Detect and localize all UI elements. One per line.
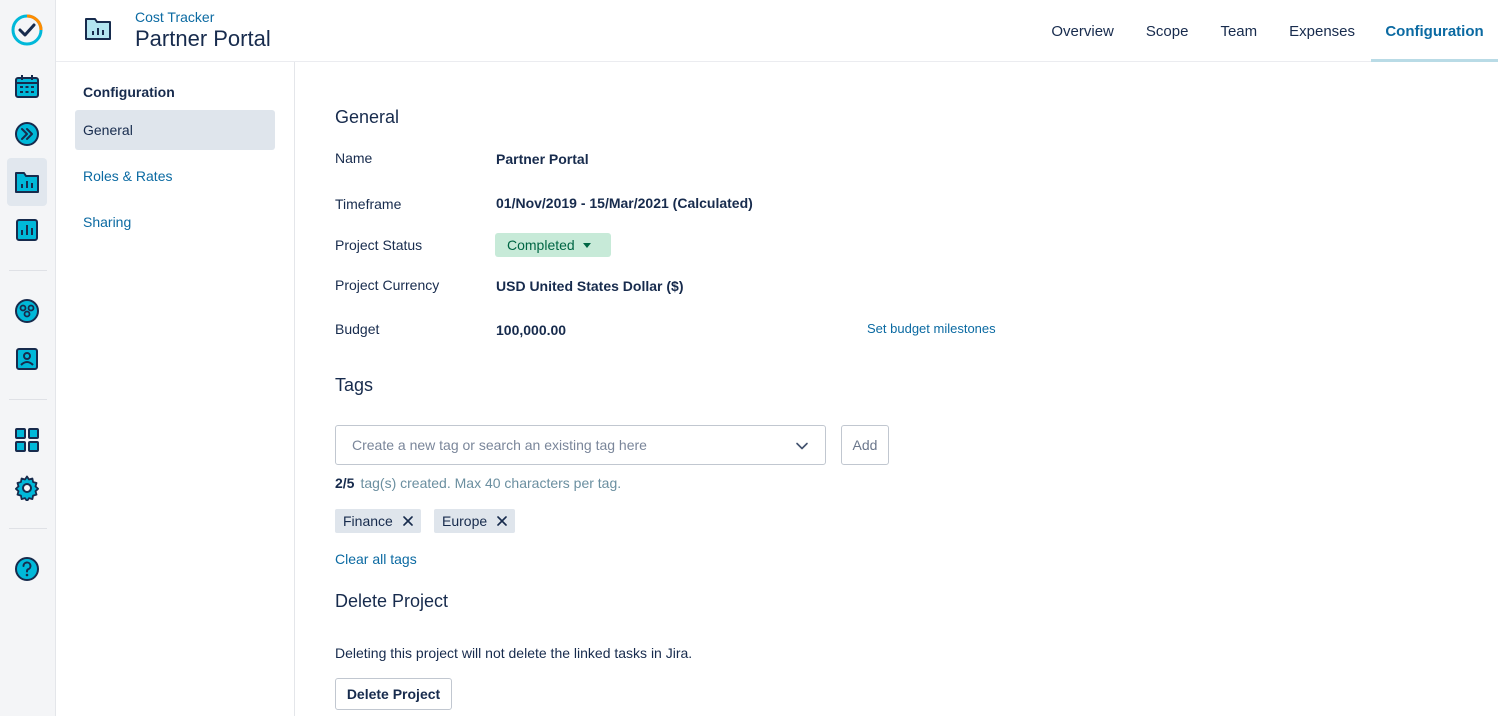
status-value: Completed [507,237,575,253]
forward-circle-icon[interactable] [7,114,47,154]
app-name-link[interactable]: Cost Tracker [135,9,214,25]
tag-search-placeholder: Create a new tag or search an existing t… [352,437,647,453]
reports-icon[interactable] [7,210,47,250]
field-label-budget: Budget [335,321,380,337]
main-tabs: Overview Scope Team Expenses Configurati… [1035,0,1498,62]
field-value-currency: USD United States Dollar ($) [496,278,684,294]
tab-team[interactable]: Team [1204,0,1273,62]
field-value-name: Partner Portal [496,151,589,167]
teams-icon[interactable] [7,291,47,331]
tag-chip-label: Finance [343,513,393,529]
user-profile-icon[interactable] [7,339,47,379]
field-value-budget: 100,000.00 [496,322,567,338]
add-tag-button[interactable]: Add [841,425,889,465]
tab-expenses[interactable]: Expenses [1273,0,1371,62]
section-title-general: General [335,107,400,127]
page-header: Cost Tracker Partner Portal Overview Sco… [56,0,1498,62]
field-label-status: Project Status [335,237,423,253]
rail-divider [9,270,47,271]
field-value-timeframe: 01/Nov/2019 - 15/Mar/2021 (Calculated) [496,195,753,211]
sidebar-item-sharing[interactable]: Sharing [75,202,275,242]
remove-tag-icon[interactable] [497,516,507,526]
page-title: Partner Portal [135,26,271,51]
tag-chip-finance: Finance [335,509,421,533]
tag-count: 2/5 [335,475,355,491]
settings-gear-icon[interactable] [7,468,47,508]
caret-down-icon [582,242,591,248]
delete-note: Deleting this project will not delete th… [335,645,693,661]
clear-all-tags-link[interactable]: Clear all tags [335,551,417,567]
tag-search-input[interactable]: Create a new tag or search an existing t… [335,425,826,465]
status-dropdown[interactable]: Completed [495,233,611,257]
config-sidebar: Configuration General Roles & Rates Shar… [56,62,295,716]
delete-project-button[interactable]: Delete Project [335,678,452,710]
section-title-delete: Delete Project [335,591,449,611]
tag-chip-europe: Europe [434,509,516,533]
help-icon[interactable] [7,549,47,589]
app-logo-icon[interactable] [7,10,47,50]
project-folder-icon[interactable] [7,158,47,206]
calendar-icon[interactable] [7,67,47,107]
set-budget-milestones-link[interactable]: Set budget milestones [867,321,996,336]
sidebar-item-roles-rates[interactable]: Roles & Rates [75,156,275,196]
field-label-name: Name [335,150,373,166]
tab-overview[interactable]: Overview [1035,0,1130,62]
field-label-timeframe: Timeframe [335,196,402,212]
remove-tag-icon[interactable] [403,516,413,526]
field-label-currency: Project Currency [335,277,440,293]
tab-scope[interactable]: Scope [1130,0,1205,62]
tag-count-note: tag(s) created. Max 40 characters per ta… [360,475,622,491]
chevron-down-icon [795,439,809,456]
apps-grid-icon[interactable] [7,420,47,460]
tab-configuration[interactable]: Configuration [1371,0,1498,62]
sidebar-item-general[interactable]: General [75,110,275,150]
app-rail [0,0,56,716]
rail-divider [9,528,47,529]
section-title-tags: Tags [335,375,374,395]
tag-count-text: 2/5 tag(s) created. Max 40 characters per… [335,475,621,491]
tag-chip-label: Europe [442,513,488,529]
main-content: General Name Partner Portal Timeframe 01… [296,62,1498,716]
project-folder-icon [84,16,112,47]
rail-divider [9,399,47,400]
sidebar-title: Configuration [83,84,175,100]
